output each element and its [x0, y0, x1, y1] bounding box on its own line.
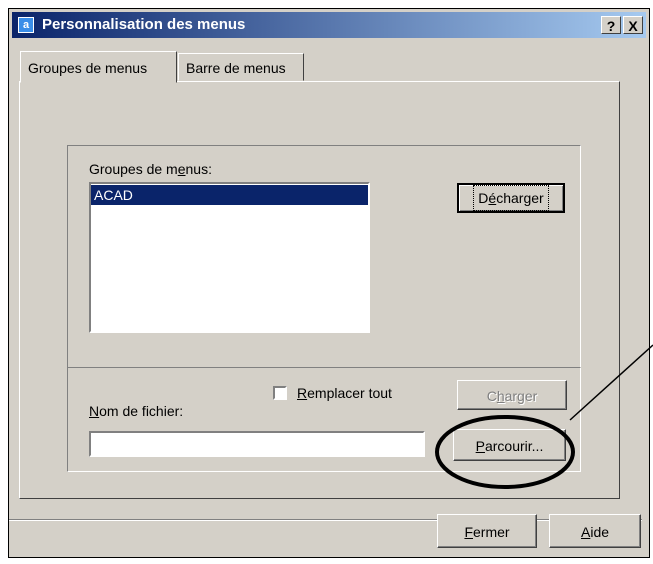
menu-groups-list[interactable]: ACAD [89, 182, 370, 333]
tab-menu-groups-label: Groupes de menus [28, 60, 148, 76]
list-item[interactable]: ACAD [91, 185, 368, 205]
unload-button[interactable]: Décharger [457, 183, 565, 213]
window-title: Personnalisation des menus [42, 16, 246, 33]
help-title-button[interactable]: ? [601, 16, 621, 34]
browse-button[interactable]: Parcourir... [453, 429, 566, 461]
replace-all-label[interactable]: Remplacer tout [297, 385, 392, 401]
title-bar[interactable]: a Personnalisation des menus ? X [12, 12, 646, 38]
file-name-input[interactable] [89, 431, 425, 457]
close-title-button[interactable]: X [623, 16, 643, 34]
help-button[interactable]: Aide [549, 514, 641, 548]
close-button[interactable]: Fermer [437, 514, 537, 548]
file-name-label: Nom de fichier: [89, 403, 184, 419]
tab-menu-bar[interactable]: Barre de menus [178, 53, 304, 81]
replace-all-checkbox[interactable] [273, 386, 287, 400]
tab-menu-bar-label: Barre de menus [186, 60, 286, 76]
footer-separator [9, 519, 642, 521]
app-icon: a [18, 17, 34, 33]
load-button[interactable]: Charger [457, 380, 567, 410]
tab-menu-groups[interactable]: Groupes de menus [20, 51, 177, 83]
menu-groups-label: Groupes de menus: [89, 161, 212, 177]
